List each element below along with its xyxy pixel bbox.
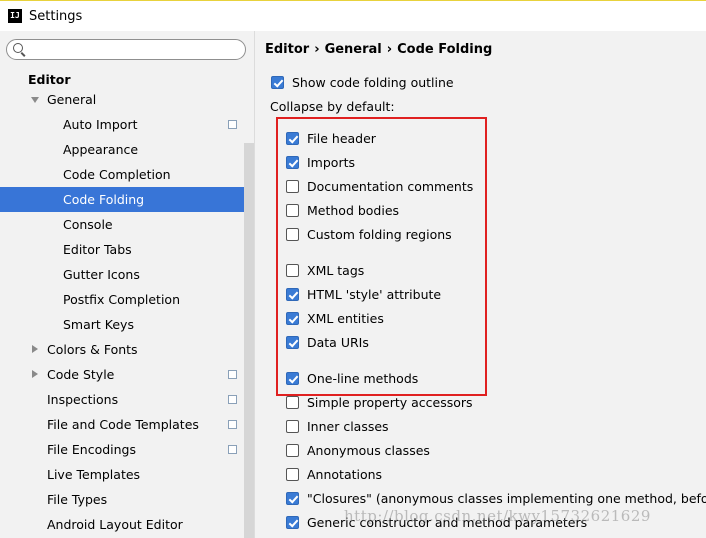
breadcrumb-item: Code Folding: [397, 42, 493, 57]
option-label: Documentation comments: [307, 179, 474, 194]
copy-settings-icon: [226, 443, 237, 454]
option-checkbox[interactable]: [286, 336, 299, 349]
sidebar-item-label: Smart Keys: [63, 317, 134, 332]
option-label: XML tags: [307, 263, 365, 278]
sidebar-item-code-folding[interactable]: Code Folding: [0, 187, 254, 212]
option-checkbox[interactable]: [286, 312, 299, 325]
sidebar-item-postfix-completion[interactable]: Postfix Completion: [0, 287, 254, 312]
option-label: Custom folding regions: [307, 227, 452, 242]
option-checkbox[interactable]: [286, 420, 299, 433]
breadcrumb: Editor › General › Code Folding: [265, 42, 492, 57]
sidebar-item-label: Editor Tabs: [63, 242, 132, 257]
sidebar-item-label: Inspections: [47, 392, 119, 407]
expand-arrow-icon[interactable]: [31, 97, 39, 103]
option-checkbox[interactable]: [286, 444, 299, 457]
option-checkbox[interactable]: [286, 228, 299, 241]
code-folding-panel: Editor › General › Code Folding Show code fo…: [256, 31, 706, 538]
sidebar-item-general[interactable]: General: [0, 87, 254, 112]
sidebar-item-label: File Encodings: [47, 442, 137, 457]
option-checkbox[interactable]: [286, 492, 299, 505]
sidebar-item-label: Live Templates: [47, 467, 141, 482]
option-label: "Closures" (anonymous classes implementi…: [307, 491, 706, 506]
search-input[interactable]: [29, 41, 239, 58]
option-label: Simple property accessors: [307, 395, 473, 410]
title-bar: IJ Settings: [0, 0, 706, 31]
sidebar-item-smart-keys[interactable]: Smart Keys: [0, 312, 254, 337]
sidebar-scrollbar-thumb[interactable]: [244, 143, 254, 538]
intellij-icon: IJ: [8, 9, 22, 23]
option-label: One-line methods: [307, 371, 419, 386]
sidebar-item-label: Code Style: [47, 367, 115, 382]
expand-arrow-icon[interactable]: [32, 345, 38, 353]
option-checkbox[interactable]: [286, 288, 299, 301]
option-label: Anonymous classes: [307, 443, 430, 458]
breadcrumb-separator: ›: [386, 42, 393, 57]
option-label: Method bodies: [307, 203, 400, 218]
sidebar-item-code-style[interactable]: Code Style: [0, 362, 254, 387]
option-label: Annotations: [307, 467, 383, 482]
sidebar-item-label: Postfix Completion: [63, 292, 180, 307]
sidebar-item-editor-tabs[interactable]: Editor Tabs: [0, 237, 254, 262]
option-label: Data URIs: [307, 335, 369, 350]
sidebar-scrollbar[interactable]: [244, 143, 254, 538]
option-checkbox[interactable]: [286, 396, 299, 409]
copy-settings-icon: [226, 118, 237, 129]
option-label: Show code folding outline: [292, 75, 454, 90]
sidebar-item-label: Code Completion: [63, 167, 171, 182]
sidebar-item-file-and-code-templates[interactable]: File and Code Templates: [0, 412, 254, 437]
sidebar-item-label: Appearance: [63, 142, 139, 157]
option-checkbox[interactable]: [286, 156, 299, 169]
sidebar-item-label: Colors & Fonts: [47, 342, 138, 357]
copy-settings-icon: [226, 418, 237, 429]
sidebar-item-label: Android Layout Editor: [47, 517, 183, 532]
sidebar-item-label: Gutter Icons: [63, 267, 140, 282]
search-box[interactable]: [6, 39, 246, 60]
watermark-text: http://blog.csdn.net/kwy15732621629: [344, 507, 651, 525]
sidebar-item-label: Console: [63, 217, 113, 232]
sidebar-item-auto-import[interactable]: Auto Import: [0, 112, 254, 137]
copy-settings-icon: [226, 393, 237, 404]
breadcrumb-separator: ›: [314, 42, 320, 57]
breadcrumb-item: General: [324, 42, 382, 57]
sidebar-item-label: File Types: [47, 492, 108, 507]
sidebar-item-label: Auto Import: [63, 117, 138, 132]
sidebar-item-gutter-icons[interactable]: Gutter Icons: [0, 262, 254, 287]
option-checkbox[interactable]: [286, 516, 299, 529]
sidebar-item-appearance[interactable]: Appearance: [0, 137, 254, 162]
sidebar-item-colors-fonts[interactable]: Colors & Fonts: [0, 337, 254, 362]
option-label: Imports: [307, 155, 355, 170]
option-checkbox[interactable]: [286, 180, 299, 193]
window-title: Settings: [29, 8, 83, 24]
option-checkbox[interactable]: [286, 468, 299, 481]
option-label: File header: [307, 131, 376, 146]
show-outline-checkbox[interactable]: [271, 76, 284, 89]
sidebar-item-label: File and Code Templates: [47, 417, 199, 432]
sidebar-item-android-layout-editor[interactable]: Android Layout Editor: [0, 512, 254, 537]
option-label: XML entities: [307, 311, 384, 326]
option-checkbox[interactable]: [286, 204, 299, 217]
search-icon: [13, 43, 23, 53]
expand-arrow-icon[interactable]: [32, 370, 38, 378]
sidebar-item-inspections[interactable]: Inspections: [0, 387, 254, 412]
sidebar-item-live-templates[interactable]: Live Templates: [0, 462, 254, 487]
sidebar-item-file-types[interactable]: File Types: [0, 487, 254, 512]
option-label: HTML 'style' attribute: [307, 287, 442, 302]
option-checkbox[interactable]: [286, 264, 299, 277]
breadcrumb-item: Editor: [265, 42, 310, 57]
option-checkbox[interactable]: [286, 132, 299, 145]
sidebar-item-code-completion[interactable]: Code Completion: [0, 162, 254, 187]
settings-sidebar: Editor General Auto Import Appearance Co…: [0, 31, 255, 538]
sidebar-item-console[interactable]: Console: [0, 212, 254, 237]
copy-settings-icon: [226, 368, 237, 379]
sidebar-item-label: General: [47, 92, 97, 107]
sidebar-item-label: Code Folding: [63, 192, 145, 207]
option-label: Inner classes: [307, 419, 389, 434]
collapse-by-default-label: Collapse by default:: [270, 99, 395, 114]
sidebar-item-file-encodings[interactable]: File Encodings: [0, 437, 254, 462]
option-checkbox[interactable]: [286, 372, 299, 385]
